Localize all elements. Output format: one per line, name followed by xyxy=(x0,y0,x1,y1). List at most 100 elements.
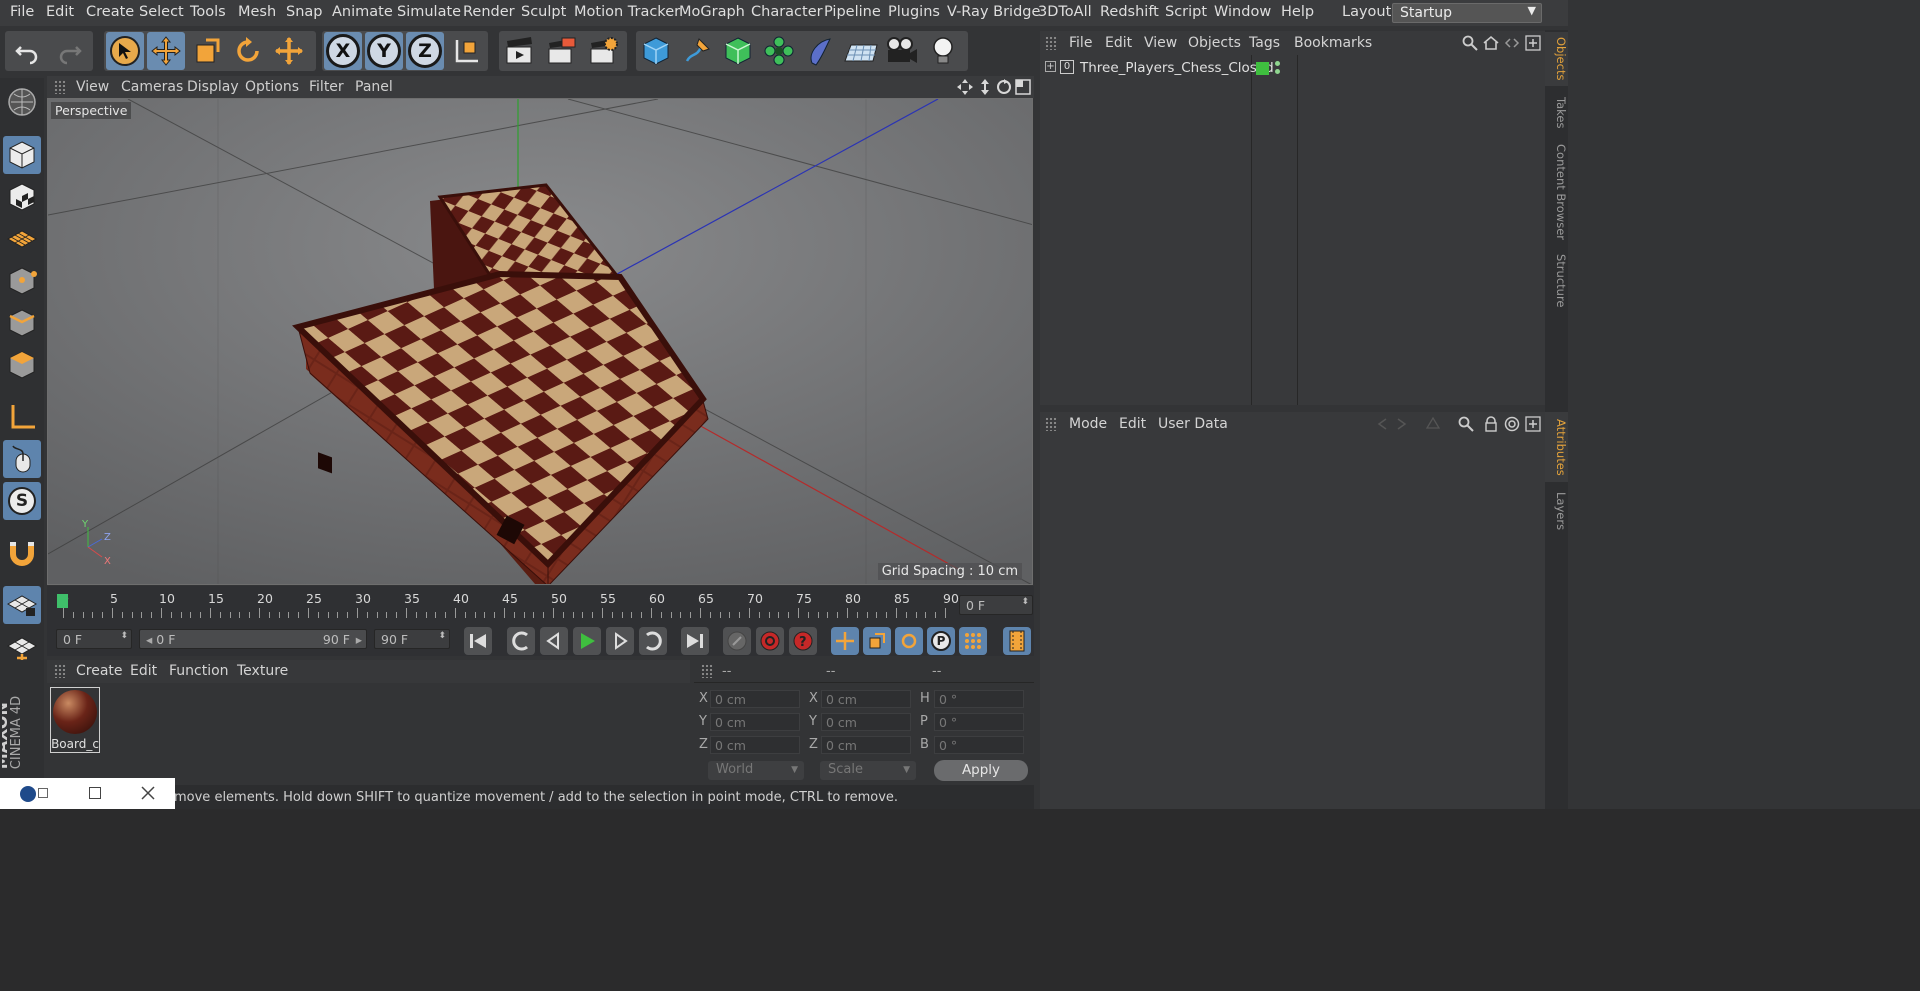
x-axis-lock-button[interactable]: X xyxy=(324,32,362,70)
play-button[interactable] xyxy=(573,627,601,655)
menu-snap[interactable]: Snap xyxy=(286,4,322,20)
tab-content-browser[interactable]: Content Browser xyxy=(1545,140,1568,244)
menu-edit[interactable]: Edit xyxy=(46,4,74,20)
viewport-menu-display[interactable]: Display xyxy=(187,79,239,95)
apply-button[interactable]: Apply xyxy=(934,760,1028,781)
object-name[interactable]: Three_Players_Chess_Closed xyxy=(1080,60,1274,76)
record-keys-disabled-button[interactable] xyxy=(723,627,751,655)
snap-button[interactable] xyxy=(3,534,41,572)
key-point-level-button[interactable] xyxy=(959,627,987,655)
search-icon[interactable] xyxy=(1458,416,1474,432)
timeline-window-button[interactable] xyxy=(1003,627,1031,655)
previous-keyframe-button[interactable] xyxy=(507,627,535,655)
scale-tool-button[interactable] xyxy=(188,32,226,70)
home-icon[interactable] xyxy=(1483,35,1499,51)
menu-create[interactable]: Create xyxy=(86,4,134,20)
material-menu-create[interactable]: Create xyxy=(76,663,123,679)
edges-mode-button[interactable] xyxy=(3,304,41,342)
grip-handle[interactable] xyxy=(54,80,66,94)
menu-select[interactable]: Select xyxy=(139,4,184,20)
make-editable-button[interactable] xyxy=(3,83,41,121)
layer-color-swatch[interactable] xyxy=(1256,62,1269,75)
grip-handle[interactable] xyxy=(1045,417,1057,431)
key-parameter-button[interactable]: P xyxy=(927,627,955,655)
position-z-field[interactable]: 0 cm xyxy=(710,736,800,754)
material-swatch[interactable]: Board_c xyxy=(50,687,100,753)
start-frame-field[interactable]: 0 F ⬍ xyxy=(56,629,132,649)
size-x-field[interactable]: 0 cm xyxy=(821,690,911,708)
floor-button[interactable] xyxy=(842,32,880,70)
expand-icon[interactable]: + xyxy=(1045,61,1056,72)
om-menu-bookmarks[interactable]: Bookmarks xyxy=(1294,35,1372,51)
viewport-menu-options[interactable]: Options xyxy=(245,79,299,95)
render-visibility-dot-icon[interactable] xyxy=(1275,69,1280,74)
menu-render[interactable]: Render xyxy=(463,4,515,20)
record-active-objects-button[interactable] xyxy=(756,627,784,655)
pen-spline-button[interactable] xyxy=(678,32,716,70)
next-keyframe-button[interactable] xyxy=(639,627,667,655)
grip-handle[interactable] xyxy=(1045,36,1057,50)
rotation-h-field[interactable]: 0 ° xyxy=(934,690,1024,708)
back-arrows-icon[interactable] xyxy=(1504,35,1520,51)
points-mode-button[interactable] xyxy=(3,262,41,300)
menu-motion-tracker[interactable]: Motion Tracker xyxy=(574,4,680,20)
menu-sculpt[interactable]: Sculpt xyxy=(521,4,566,20)
tab-layers[interactable]: Layers xyxy=(1545,486,1568,536)
menu-mesh[interactable]: Mesh xyxy=(238,4,276,20)
deformer-button[interactable] xyxy=(801,32,839,70)
viewport-rotate-icon[interactable] xyxy=(996,79,1012,95)
attr-menu-mode[interactable]: Mode xyxy=(1069,416,1107,432)
viewport-menu-panel[interactable]: Panel xyxy=(355,79,393,95)
menu-help[interactable]: Help xyxy=(1281,4,1314,20)
attr-menu-user-data[interactable]: User Data xyxy=(1158,416,1228,432)
tab-attributes[interactable]: Attributes xyxy=(1545,412,1568,482)
menu-redshift[interactable]: Redshift xyxy=(1100,4,1159,20)
frame-range-slider[interactable]: ◂ 0 F 90 F ▸ xyxy=(139,629,367,649)
search-icon[interactable] xyxy=(1462,35,1478,51)
menu-script[interactable]: Script xyxy=(1165,4,1207,20)
rotation-p-field[interactable]: 0 ° xyxy=(934,713,1024,731)
camera-button[interactable] xyxy=(883,32,921,70)
tab-takes[interactable]: Takes xyxy=(1545,90,1568,136)
close-icon[interactable] xyxy=(141,786,155,800)
menu-pipeline[interactable]: Pipeline xyxy=(824,4,881,20)
previous-frame-button[interactable] xyxy=(540,627,568,655)
move-tool-button[interactable] xyxy=(147,32,185,70)
select-tool-button[interactable] xyxy=(106,32,144,70)
tweak-mode-button[interactable] xyxy=(3,440,41,478)
menu-plugins[interactable]: Plugins xyxy=(888,4,940,20)
autokeying-help-button[interactable]: ? xyxy=(789,627,817,655)
material-menu-function[interactable]: Function xyxy=(169,663,229,679)
timeline-playhead[interactable] xyxy=(57,594,68,608)
viewport-menu-cameras[interactable]: Cameras xyxy=(121,79,183,95)
menu-file[interactable]: File xyxy=(10,4,34,20)
menu-vray-bridge[interactable]: V-Ray Bridge xyxy=(947,4,1040,20)
om-menu-objects[interactable]: Objects xyxy=(1188,35,1241,51)
material-menu-edit[interactable]: Edit xyxy=(130,663,157,679)
position-x-field[interactable]: 0 cm xyxy=(710,690,800,708)
cloner-button[interactable] xyxy=(760,32,798,70)
model-mode-button[interactable] xyxy=(3,136,41,174)
om-menu-tags[interactable]: Tags xyxy=(1249,35,1280,51)
menu-simulate[interactable]: Simulate xyxy=(397,4,461,20)
viewport-maximize-icon[interactable] xyxy=(1015,79,1031,95)
position-y-field[interactable]: 0 cm xyxy=(710,713,800,731)
next-frame-button[interactable] xyxy=(606,627,634,655)
solo-mode-button[interactable]: S xyxy=(3,482,41,520)
menu-3dtoall[interactable]: 3DToAll xyxy=(1038,4,1092,20)
rotate-tool-button[interactable] xyxy=(229,32,267,70)
grip-handle[interactable] xyxy=(54,664,66,678)
render-picture-viewer-button[interactable] xyxy=(543,32,581,70)
planar-workplane-button[interactable] xyxy=(3,628,41,666)
editor-visibility-dot-icon[interactable] xyxy=(1275,61,1280,66)
key-position-button[interactable] xyxy=(831,627,859,655)
axis-mode-button[interactable] xyxy=(3,398,41,436)
perspective-viewport[interactable]: Y Z X Perspective Grid Spacing : 10 cm xyxy=(47,98,1033,585)
om-menu-file[interactable]: File xyxy=(1069,35,1092,51)
material-menu-texture[interactable]: Texture xyxy=(237,663,288,679)
workplane-mode-button[interactable] xyxy=(3,219,41,257)
tab-structure[interactable]: Structure xyxy=(1545,250,1568,310)
new-panel-icon[interactable] xyxy=(1525,416,1541,432)
locked-workplane-button[interactable] xyxy=(3,586,41,624)
viewport-pan-icon[interactable] xyxy=(957,79,973,95)
